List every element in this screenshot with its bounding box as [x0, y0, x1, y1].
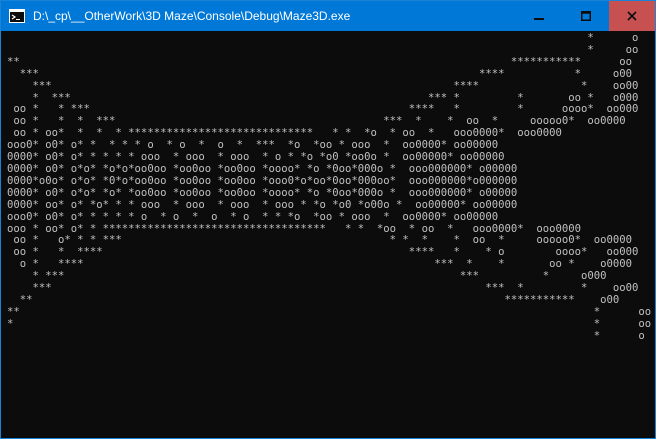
- title-bar[interactable]: D:\_cp\__OtherWork\3D Maze\Console\Debug…: [1, 1, 655, 31]
- maximize-button[interactable]: [562, 1, 609, 31]
- console-app-icon[interactable]: [9, 9, 25, 23]
- console-text: * o * oo ** *********** oo *** **** * o0…: [7, 33, 651, 343]
- minimize-icon: [533, 11, 544, 21]
- console-line: ooo0* o0* o* * * * * o * o * o * o * * *…: [7, 210, 499, 223]
- console-line: * o: [7, 329, 645, 342]
- console-line: ** *********** oo: [7, 55, 633, 68]
- console-line: 0000* o0* o*o* *o* *oo0oo *oo0oo *oo0oo …: [7, 186, 518, 199]
- console-line: 0000* oo* o* *o* * * ooo * ooo * ooo * o…: [7, 198, 518, 211]
- maximize-icon: [580, 11, 591, 21]
- console-line: *** **** * oo00: [7, 79, 639, 92]
- window-controls: [515, 1, 655, 31]
- console-output[interactable]: * o * oo ** *********** oo *** **** * o0…: [7, 33, 651, 437]
- minimize-button[interactable]: [515, 1, 562, 31]
- console-line: ** * oo: [7, 305, 651, 318]
- close-button[interactable]: [609, 1, 655, 31]
- console-line: *** **** * o00: [7, 67, 633, 80]
- console-line: 0000*o0o* o*o* *0*o*oo0oo *oo0oo *oo0oo …: [7, 174, 518, 187]
- console-window: D:\_cp\__OtherWork\3D Maze\Console\Debug…: [0, 0, 656, 439]
- window-title: D:\_cp\__OtherWork\3D Maze\Console\Debug…: [33, 9, 351, 23]
- console-line: * * oo: [7, 317, 651, 330]
- close-icon: [627, 11, 637, 21]
